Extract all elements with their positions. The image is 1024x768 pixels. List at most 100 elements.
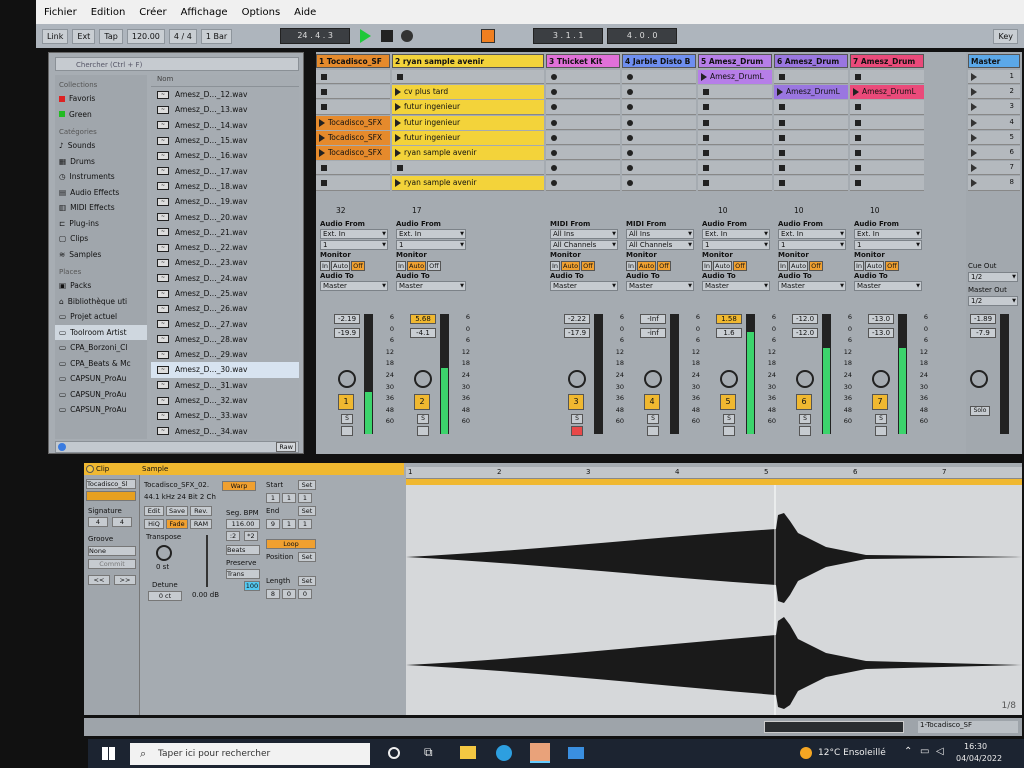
clip-slot[interactable] — [546, 130, 620, 145]
scene-launch-button[interactable]: 8 — [968, 176, 1020, 191]
file-list-item[interactable]: ~ Amesz_D..._28.wav — [151, 332, 299, 347]
length-bar-field[interactable]: 8 — [266, 589, 280, 599]
sidebar-item-plugins[interactable]: ⊏ Plug-ins — [55, 216, 147, 232]
output-select[interactable]: Master — [550, 281, 618, 291]
file-list-item[interactable]: ~ Amesz_D..._23.wav — [151, 255, 299, 270]
clip-slot[interactable] — [622, 146, 696, 161]
clip-slot[interactable] — [698, 161, 772, 176]
file-list-item[interactable]: ~ Amesz_D..._16.wav — [151, 148, 299, 163]
end-bar-field[interactable]: 9 — [266, 519, 280, 529]
ableton-app-icon[interactable] — [530, 743, 550, 763]
monitor-in-button[interactable]: In — [320, 261, 331, 271]
clip-launch-icon[interactable] — [777, 88, 783, 97]
clip-color-field[interactable] — [86, 491, 136, 501]
clip-slot[interactable] — [774, 176, 848, 191]
beat-ruler[interactable]: 12345678 — [406, 467, 1022, 479]
end-beat-field[interactable]: 1 — [282, 519, 296, 529]
clip-slot[interactable]: futur ingenieur — [392, 100, 544, 115]
play-icon[interactable] — [360, 29, 372, 43]
detune-field[interactable]: 0 ct — [148, 591, 182, 601]
track-activator-button[interactable]: 3 — [568, 394, 584, 410]
scene-launch-button[interactable]: 3 — [968, 100, 1020, 115]
key-map-button[interactable]: Key — [993, 28, 1018, 44]
stop-slot-icon[interactable] — [321, 74, 327, 80]
clip-launch-icon[interactable] — [395, 179, 401, 188]
clip-slot[interactable] — [850, 176, 924, 191]
clip-slot[interactable] — [698, 115, 772, 130]
end-set-button[interactable]: Set — [298, 506, 316, 516]
groove-select[interactable]: None — [88, 546, 136, 556]
file-list-item[interactable]: ~ Amesz_D..._21.wav — [151, 225, 299, 240]
clip-slot[interactable] — [850, 100, 924, 115]
clip-slot[interactable] — [850, 130, 924, 145]
solo-button[interactable]: S — [571, 414, 583, 424]
clip[interactable]: Amesz_DrumL — [774, 85, 848, 100]
stop-slot-icon[interactable] — [397, 74, 403, 80]
master-out-select[interactable]: 1/2 — [968, 296, 1018, 306]
monitor-auto-button[interactable]: Auto — [789, 261, 809, 271]
input-channel-select[interactable]: 1 — [854, 240, 922, 250]
volume-field[interactable]: -2.22 — [564, 314, 590, 324]
preserve-select[interactable]: Trans — [226, 569, 260, 579]
sidebar-item-sounds[interactable]: ♪ Sounds — [55, 138, 147, 154]
stop-slot-icon[interactable] — [397, 165, 403, 172]
clip-slot[interactable] — [850, 146, 924, 161]
sidebar-item-midi-effects[interactable]: ▥ MIDI Effects — [55, 200, 147, 216]
preview-bar[interactable]: Raw — [55, 441, 299, 453]
stop-slot-icon[interactable] — [703, 180, 709, 187]
clip-slot[interactable] — [622, 161, 696, 176]
link-button[interactable]: Link — [42, 28, 69, 44]
menu-fichier[interactable]: Fichier — [44, 7, 77, 18]
fade-button[interactable]: Fade — [166, 519, 188, 529]
input-type-select[interactable]: Ext. In — [320, 229, 388, 239]
record-slot-icon[interactable] — [627, 165, 633, 172]
stop-slot-icon[interactable] — [855, 104, 861, 111]
input-type-select[interactable]: Ext. In — [778, 229, 846, 239]
file-list-item[interactable]: ~ Amesz_D..._14.wav — [151, 118, 299, 133]
stop-slot-icon[interactable] — [703, 119, 709, 126]
stop-slot-icon[interactable] — [703, 89, 709, 96]
end-sixteenth-field[interactable]: 1 — [298, 519, 312, 529]
warp-mode-select[interactable]: Beats — [226, 545, 260, 555]
monitor-off-button[interactable]: Off — [581, 261, 595, 271]
volume-field[interactable]: 5.68 — [410, 314, 436, 324]
file-list-item[interactable]: ~ Amesz_D..._20.wav — [151, 209, 299, 224]
arm-button[interactable] — [571, 426, 583, 436]
menu-edition[interactable]: Edition — [91, 7, 126, 18]
track-header[interactable]: 6 Amesz_Drum — [774, 54, 848, 68]
track-activator-button[interactable]: 5 — [720, 394, 736, 410]
envelope-field[interactable]: 100 — [244, 581, 260, 591]
weather-text[interactable]: 12°C Ensoleillé — [818, 748, 886, 758]
network-icon[interactable]: ▭ — [920, 746, 929, 757]
record-slot-icon[interactable] — [627, 134, 633, 141]
clip-slot[interactable] — [698, 176, 772, 191]
clip-name-field[interactable]: Tocadisco_Sl — [86, 479, 136, 489]
clip-slot[interactable] — [850, 161, 924, 176]
stop-slot-icon[interactable] — [321, 165, 327, 172]
file-list-item[interactable]: ~ Amesz_D..._33.wav — [151, 408, 299, 423]
pan-knob-icon[interactable] — [720, 370, 738, 388]
clip-slot[interactable]: Tocadisco_SFX — [316, 115, 390, 130]
scene-launch-button[interactable]: 6 — [968, 146, 1020, 161]
clip-launch-icon[interactable] — [701, 73, 707, 81]
record-slot-icon[interactable] — [551, 89, 557, 96]
headphone-icon[interactable] — [58, 443, 66, 451]
raw-button[interactable]: Raw — [276, 442, 296, 452]
clip-slot[interactable]: futur ingenieur — [392, 130, 544, 145]
start-bar-field[interactable]: 1 — [266, 493, 280, 503]
save-button[interactable]: Save — [166, 506, 188, 516]
clip-launch-icon[interactable] — [395, 88, 401, 97]
sidebar-item-green[interactable]: Green — [55, 107, 147, 123]
nudge-forward-button[interactable]: >> — [114, 575, 136, 585]
monitor-off-button[interactable]: Off — [351, 261, 365, 271]
sidebar-item-drums[interactable]: ▦ Drums — [55, 154, 147, 170]
arm-button[interactable] — [647, 426, 659, 436]
input-type-select[interactable]: All Ins — [550, 229, 618, 239]
clip[interactable]: ryan sample avenir — [392, 146, 544, 160]
input-channel-select[interactable]: All Channels — [550, 240, 618, 250]
tap-button[interactable]: Tap — [99, 28, 123, 44]
track-activator-button[interactable]: 1 — [338, 394, 354, 410]
track-header[interactable]: 3 Thicket Kit — [546, 54, 620, 68]
gain-slider[interactable] — [206, 535, 208, 587]
clip-slot[interactable] — [774, 161, 848, 176]
